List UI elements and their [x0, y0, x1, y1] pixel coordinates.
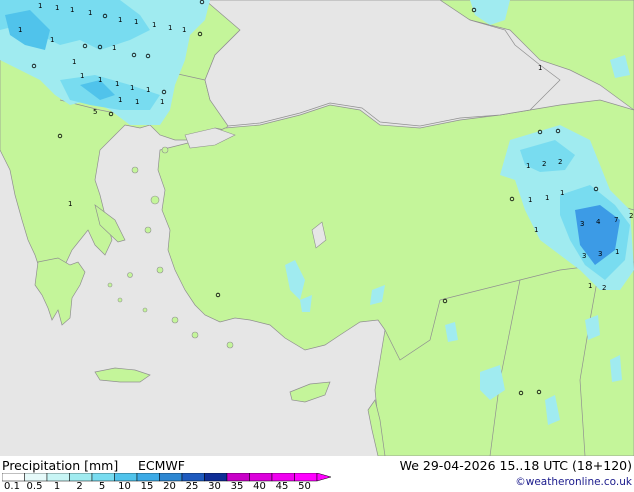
- map-label: 1: [18, 26, 22, 34]
- legend-arrow: [316, 473, 332, 482]
- legend-swatch: [249, 473, 273, 482]
- legend-tick-label: 30: [208, 481, 221, 492]
- legend-swatch: [181, 473, 205, 482]
- legend-tick-label: 50: [298, 481, 311, 492]
- map-label: 1: [98, 76, 102, 84]
- legend-swatch: [69, 473, 93, 482]
- map-label: 1: [118, 96, 122, 104]
- map-label: 1: [534, 226, 538, 234]
- map-label: 1: [168, 24, 172, 32]
- map-label: 1: [115, 80, 119, 88]
- legend-tick-label: 2: [76, 481, 83, 492]
- legend-tick-label: 25: [185, 481, 199, 492]
- map-label: 1: [80, 72, 84, 80]
- map-label: 2: [629, 212, 633, 220]
- map-label: 2: [558, 158, 562, 166]
- map-label: 1: [72, 58, 76, 66]
- legend-swatch: [91, 473, 115, 482]
- legend-tick-label: 10: [118, 481, 131, 492]
- map-label: 1: [135, 98, 139, 106]
- legend-tick-label: 35: [230, 481, 244, 492]
- legend-swatch: [136, 473, 160, 482]
- footer: Precipitation [mm] ECMWF We 29-04-2026 1…: [0, 456, 634, 492]
- legend-tick-label: 20: [163, 481, 176, 492]
- map-label: 1: [545, 194, 549, 202]
- model-name: ECMWF: [138, 458, 185, 473]
- legend-swatch: [2, 473, 25, 482]
- map-label: 1: [560, 189, 564, 197]
- legend-tick-label: 45: [275, 481, 289, 492]
- legend-tick-label: 15: [140, 481, 154, 492]
- map-label: 1: [528, 196, 532, 204]
- map-label: 1: [134, 18, 138, 26]
- copyright-link[interactable]: ©weatheronline.co.uk: [515, 476, 632, 488]
- map-label: 1: [68, 200, 72, 208]
- map-label: 1: [130, 84, 134, 92]
- map-label: 2: [542, 160, 546, 168]
- map-label: 1: [118, 16, 122, 24]
- map-label: 1: [55, 4, 59, 12]
- legend-tick-label: 0.1: [4, 481, 20, 492]
- legend-tick-label: 0.5: [26, 481, 43, 492]
- legend-tick-label: 40: [253, 481, 266, 492]
- map-label: 1: [588, 282, 592, 290]
- map-label: 2: [602, 284, 606, 292]
- map-label: 1: [146, 86, 150, 94]
- map-title: Precipitation [mm]: [2, 458, 119, 473]
- map-label: 1: [538, 64, 542, 72]
- map-label: 3: [598, 250, 602, 258]
- legend-swatch: [114, 473, 138, 482]
- legend-swatch: [294, 473, 318, 482]
- map-label: 5: [93, 108, 97, 116]
- map-label: 1: [50, 36, 54, 44]
- map-label: 1: [182, 26, 186, 34]
- map-label: 4: [596, 218, 601, 226]
- map-label: 1: [615, 248, 619, 256]
- map-label: 1: [160, 98, 164, 106]
- map-label: 3: [582, 252, 586, 260]
- map-label: 1: [112, 44, 116, 52]
- legend-tick-label: 5: [98, 481, 106, 492]
- map-label: 1: [70, 6, 74, 14]
- precipitation-map: 1 1 1 1 1 1 1 1 1 1 1 1 1 1 1 1 2 2 1 1 …: [0, 0, 634, 456]
- legend-swatch: [271, 473, 295, 482]
- legend-swatch: [46, 473, 70, 482]
- map-label: 1: [526, 162, 530, 170]
- forecast-datetime: We 29-04-2026 15..18 UTC (18+120): [399, 458, 632, 473]
- map-label: 1: [152, 21, 156, 29]
- legend-tick-label: 1: [53, 481, 61, 492]
- legend-swatch: [204, 473, 228, 482]
- map-label: 7: [614, 216, 618, 224]
- legend-swatch: [24, 473, 48, 482]
- map-label: 1: [88, 9, 92, 17]
- legend-swatch: [226, 473, 250, 482]
- legend-swatch: [159, 473, 183, 482]
- map-label: 1: [38, 2, 42, 10]
- map-label: 3: [580, 220, 584, 228]
